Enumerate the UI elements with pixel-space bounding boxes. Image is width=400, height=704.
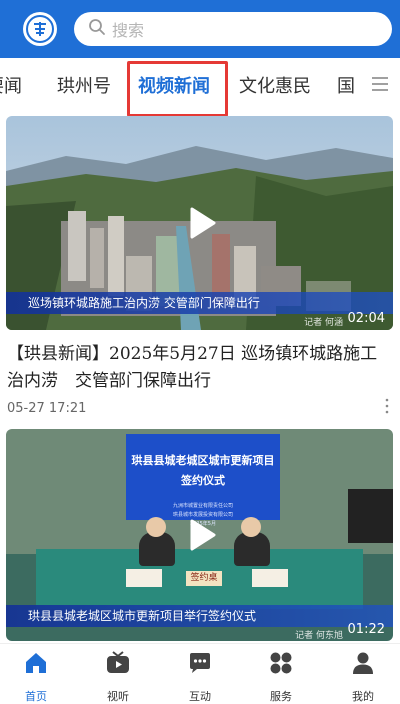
tab-headlines[interactable]: 要闻	[0, 72, 22, 98]
home-icon	[26, 653, 46, 673]
publish-time: 05-27 17:21	[7, 401, 87, 416]
tv-icon	[107, 651, 129, 673]
video-caption: 珙县县城老城区城市更新项目举行签约仪式	[6, 605, 393, 627]
video-duration: 01:22	[347, 622, 385, 637]
ceremony-banner: 珙县县城老城区城市更新项目 签约仪式 九洲市城置业有限责任公司 珙县城市发展投资…	[126, 434, 280, 527]
official-right	[234, 532, 270, 566]
search-placeholder: 搜索	[112, 21, 145, 40]
top-header: 搜索	[0, 0, 400, 58]
active-tab-highlight	[127, 61, 228, 117]
video-thumbnail-2[interactable]: 珙县县城老城区城市更新项目 签约仪式 九洲市城置业有限责任公司 珙县城市发展投资…	[6, 429, 393, 641]
name-card-left	[126, 569, 162, 587]
county-emblem-icon	[26, 15, 54, 43]
official-left	[139, 532, 175, 566]
menu-icon	[372, 77, 388, 91]
grid-icon	[270, 652, 292, 674]
side-screen	[348, 489, 393, 543]
tab-gongzhouhao[interactable]: 珙州号	[57, 72, 111, 98]
play-icon[interactable]	[174, 509, 226, 561]
bottom-navigation: 首页 视听 互动 服务 我的	[0, 643, 400, 703]
logo[interactable]	[23, 12, 57, 46]
video-caption: 巡场镇环城路施工治内涝 交管部门保障出行	[6, 292, 393, 314]
tab-culture[interactable]: 文化惠民	[239, 72, 311, 98]
search-icon	[88, 18, 106, 40]
video-thumbnail-1[interactable]: 巡场镇环城路施工治内涝 交管部门保障出行 记者 何涵 02:04	[6, 116, 393, 330]
more-options-icon[interactable]	[384, 398, 390, 414]
sign-desk-card: 签约桌	[186, 571, 222, 586]
video-duration: 02:04	[347, 311, 385, 326]
search-input[interactable]: 搜索	[74, 12, 392, 46]
name-card-right	[252, 569, 288, 587]
play-icon[interactable]	[174, 197, 226, 249]
chat-icon	[190, 653, 210, 673]
reporter-watermark: 记者 何涵	[304, 318, 343, 328]
article-title[interactable]: 【珙县新闻】2025年5月27日 巡场镇环城路施工治内涝 交管部门保障出行	[7, 341, 393, 395]
user-icon	[353, 652, 373, 674]
tab-more-partial[interactable]: 国	[337, 72, 355, 98]
reporter-watermark: 记者 何东旭	[295, 631, 343, 641]
tabs-menu-button[interactable]	[360, 58, 400, 110]
